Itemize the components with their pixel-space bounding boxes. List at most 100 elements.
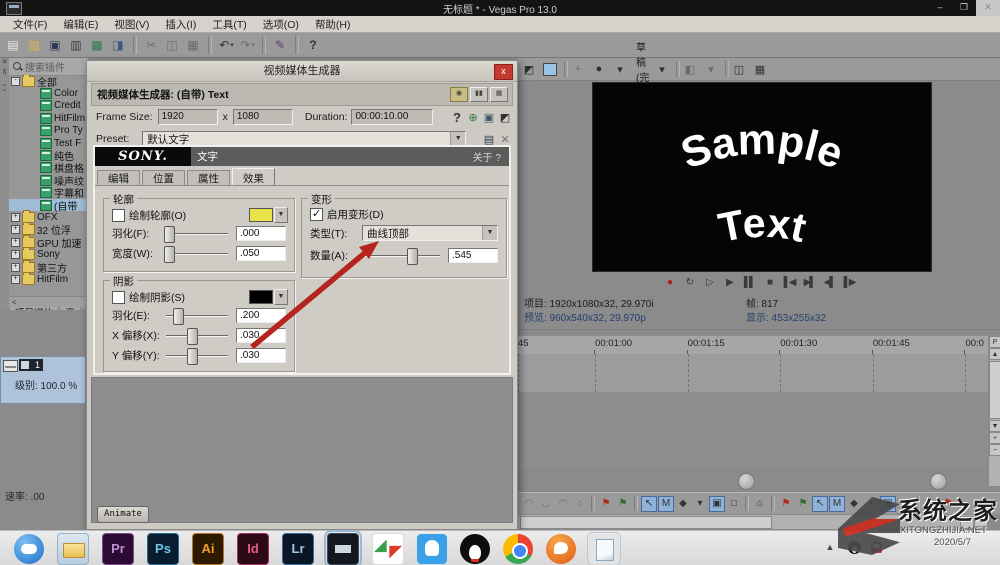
caret[interactable]: ▾ bbox=[863, 496, 879, 512]
lock-icon[interactable]: ⌂ bbox=[923, 496, 939, 512]
splitter-knob[interactable] bbox=[930, 473, 947, 490]
photoshop-icon[interactable]: Ps bbox=[147, 533, 179, 565]
slider-handle[interactable] bbox=[187, 348, 198, 365]
save-preset-icon[interactable]: ▤ bbox=[481, 132, 497, 146]
sep[interactable] bbox=[725, 61, 729, 77]
preview-monitor-icon[interactable]: ▣ bbox=[481, 110, 497, 124]
amount-value-box[interactable]: .545 bbox=[448, 248, 498, 263]
cut-icon[interactable]: ✂ bbox=[142, 36, 161, 54]
track-header[interactable]: 1 级别: 100.0 % bbox=[0, 356, 86, 404]
tray-expand-icon[interactable]: ▲ bbox=[822, 539, 838, 555]
record-button[interactable]: ● bbox=[663, 277, 676, 288]
zoom-in-button[interactable]: + bbox=[989, 432, 1000, 444]
panel-scroll-left[interactable]: < bbox=[9, 296, 88, 307]
premiere-icon[interactable]: Pr bbox=[102, 533, 134, 565]
tree-expander-icon[interactable]: - bbox=[11, 77, 20, 86]
hzoom-out-button[interactable]: − bbox=[974, 516, 988, 529]
dialog-title[interactable]: 视频媒体生成器 bbox=[87, 61, 517, 82]
draw-shadow-checkbox[interactable] bbox=[112, 291, 125, 304]
dock-close-icon[interactable]: ✕ bbox=[0, 58, 9, 68]
video-output-icon[interactable] bbox=[543, 61, 561, 77]
frame-height-input[interactable]: 1080 bbox=[233, 109, 293, 125]
value-box[interactable]: .050 bbox=[236, 246, 286, 261]
tree-expander-icon[interactable]: + bbox=[11, 238, 20, 247]
timeline-hscrollbar[interactable]: +− bbox=[518, 514, 988, 529]
about-link[interactable]: 关于 ? bbox=[473, 149, 501, 164]
group-icon[interactable]: ▣ bbox=[880, 496, 896, 512]
tree-item[interactable]: Pro Ty bbox=[9, 125, 88, 137]
split-screen-icon[interactable]: ◧ bbox=[683, 61, 701, 77]
sep[interactable] bbox=[262, 36, 266, 54]
plugin-search[interactable]: 搜索插件 bbox=[9, 58, 88, 76]
pause-layout-button[interactable]: ▮▮ bbox=[470, 87, 488, 102]
region-icon[interactable]: ⚑ bbox=[615, 496, 631, 512]
ungroup-icon[interactable]: □ bbox=[726, 496, 742, 512]
tutorials-icon[interactable]: ✎ bbox=[271, 36, 290, 54]
normal-edit-tool-icon[interactable]: ↖ bbox=[641, 496, 657, 512]
lightroom-icon[interactable]: Lr bbox=[282, 533, 314, 565]
tree-item[interactable]: HitFilm bbox=[9, 112, 88, 124]
region-icon[interactable]: ⚑ bbox=[795, 496, 811, 512]
menu-item[interactable]: 视图(V) bbox=[107, 16, 156, 33]
slider[interactable] bbox=[164, 348, 230, 363]
menu-item[interactable]: 编辑(E) bbox=[56, 16, 105, 33]
tray-qq-icon[interactable] bbox=[848, 541, 861, 554]
outline-color-swatch[interactable] bbox=[249, 208, 273, 222]
scroll-down-button[interactable]: ▼ bbox=[989, 420, 1000, 432]
sep[interactable] bbox=[591, 496, 595, 511]
stop-button[interactable]: ■ bbox=[763, 277, 776, 288]
slider-handle[interactable] bbox=[164, 226, 175, 243]
group-icon[interactable]: ▣ bbox=[709, 496, 725, 512]
loop-playback-button[interactable]: ↻ bbox=[683, 277, 696, 288]
save-icon[interactable]: ▣ bbox=[46, 36, 65, 54]
caret[interactable]: ▾ bbox=[613, 61, 631, 77]
caret[interactable]: ▾ bbox=[692, 496, 708, 512]
slider-handle[interactable] bbox=[173, 308, 184, 325]
tree-item[interactable]: Credit bbox=[9, 100, 88, 112]
keyframe-icon[interactable]: ◆ bbox=[675, 496, 691, 512]
duration-input[interactable]: 00:00:10.00 bbox=[351, 109, 433, 125]
menu-item[interactable]: 帮助(H) bbox=[308, 16, 358, 33]
vegas-pro-icon[interactable] bbox=[327, 533, 359, 565]
qq-browser-icon[interactable] bbox=[14, 534, 44, 564]
sep[interactable] bbox=[634, 496, 638, 511]
envelope-tool-icon[interactable]: M bbox=[658, 496, 674, 512]
tree-item[interactable]: Test F bbox=[9, 137, 88, 149]
pan-button[interactable]: P bbox=[989, 336, 1000, 348]
tree-expander-icon[interactable]: + bbox=[11, 263, 20, 272]
lock-icon[interactable]: ⌂ bbox=[572, 496, 588, 512]
whats-this-icon[interactable]: ? bbox=[304, 36, 323, 54]
sep[interactable] bbox=[676, 61, 680, 77]
overlay-icon[interactable]: + bbox=[571, 61, 589, 77]
blue-app-icon[interactable] bbox=[417, 534, 447, 564]
new-project-icon[interactable]: ▤ bbox=[4, 36, 23, 54]
render-as-icon[interactable]: ▥ bbox=[67, 36, 86, 54]
marker-icon[interactable]: ⚑ bbox=[940, 496, 956, 512]
sep[interactable] bbox=[295, 36, 299, 54]
help-icon[interactable]: ? bbox=[449, 110, 465, 124]
tray-flag-icon[interactable] bbox=[871, 542, 882, 553]
tree-item[interactable]: Color bbox=[9, 87, 88, 99]
timeline-ruler[interactable]: 4500:01:0000:01:1500:01:3000:01:4500:0 bbox=[518, 336, 988, 355]
caret[interactable]: ▾ bbox=[655, 61, 673, 77]
animate-button[interactable]: Animate bbox=[97, 506, 149, 523]
dialog-close-button[interactable]: x bbox=[494, 64, 513, 80]
notepad-icon[interactable] bbox=[589, 534, 619, 564]
lock-icon[interactable]: ⌂ bbox=[752, 496, 768, 512]
slider-handle[interactable] bbox=[164, 246, 175, 263]
indesign-icon[interactable]: Id bbox=[237, 533, 269, 565]
shadow-color-dropdown-icon[interactable]: ▼ bbox=[274, 289, 288, 305]
dock-grip[interactable] bbox=[3, 84, 6, 94]
amount-slider-handle[interactable] bbox=[407, 248, 418, 265]
properties-icon[interactable]: ▩ bbox=[88, 36, 107, 54]
qq-icon[interactable] bbox=[460, 534, 490, 564]
fade-both-icon[interactable]: ◠ bbox=[555, 496, 571, 512]
sep[interactable] bbox=[564, 61, 568, 77]
dialog-tab[interactable]: 效果 bbox=[232, 168, 275, 185]
tree-expander-icon[interactable]: + bbox=[11, 225, 20, 234]
prev-frame-button[interactable]: ◀▌ bbox=[823, 277, 836, 288]
slider[interactable] bbox=[164, 226, 230, 241]
restore-button[interactable]: ❐ bbox=[952, 0, 976, 16]
fade-out-icon[interactable]: ◡ bbox=[538, 496, 554, 512]
vscroll-thumb[interactable] bbox=[989, 361, 1000, 419]
